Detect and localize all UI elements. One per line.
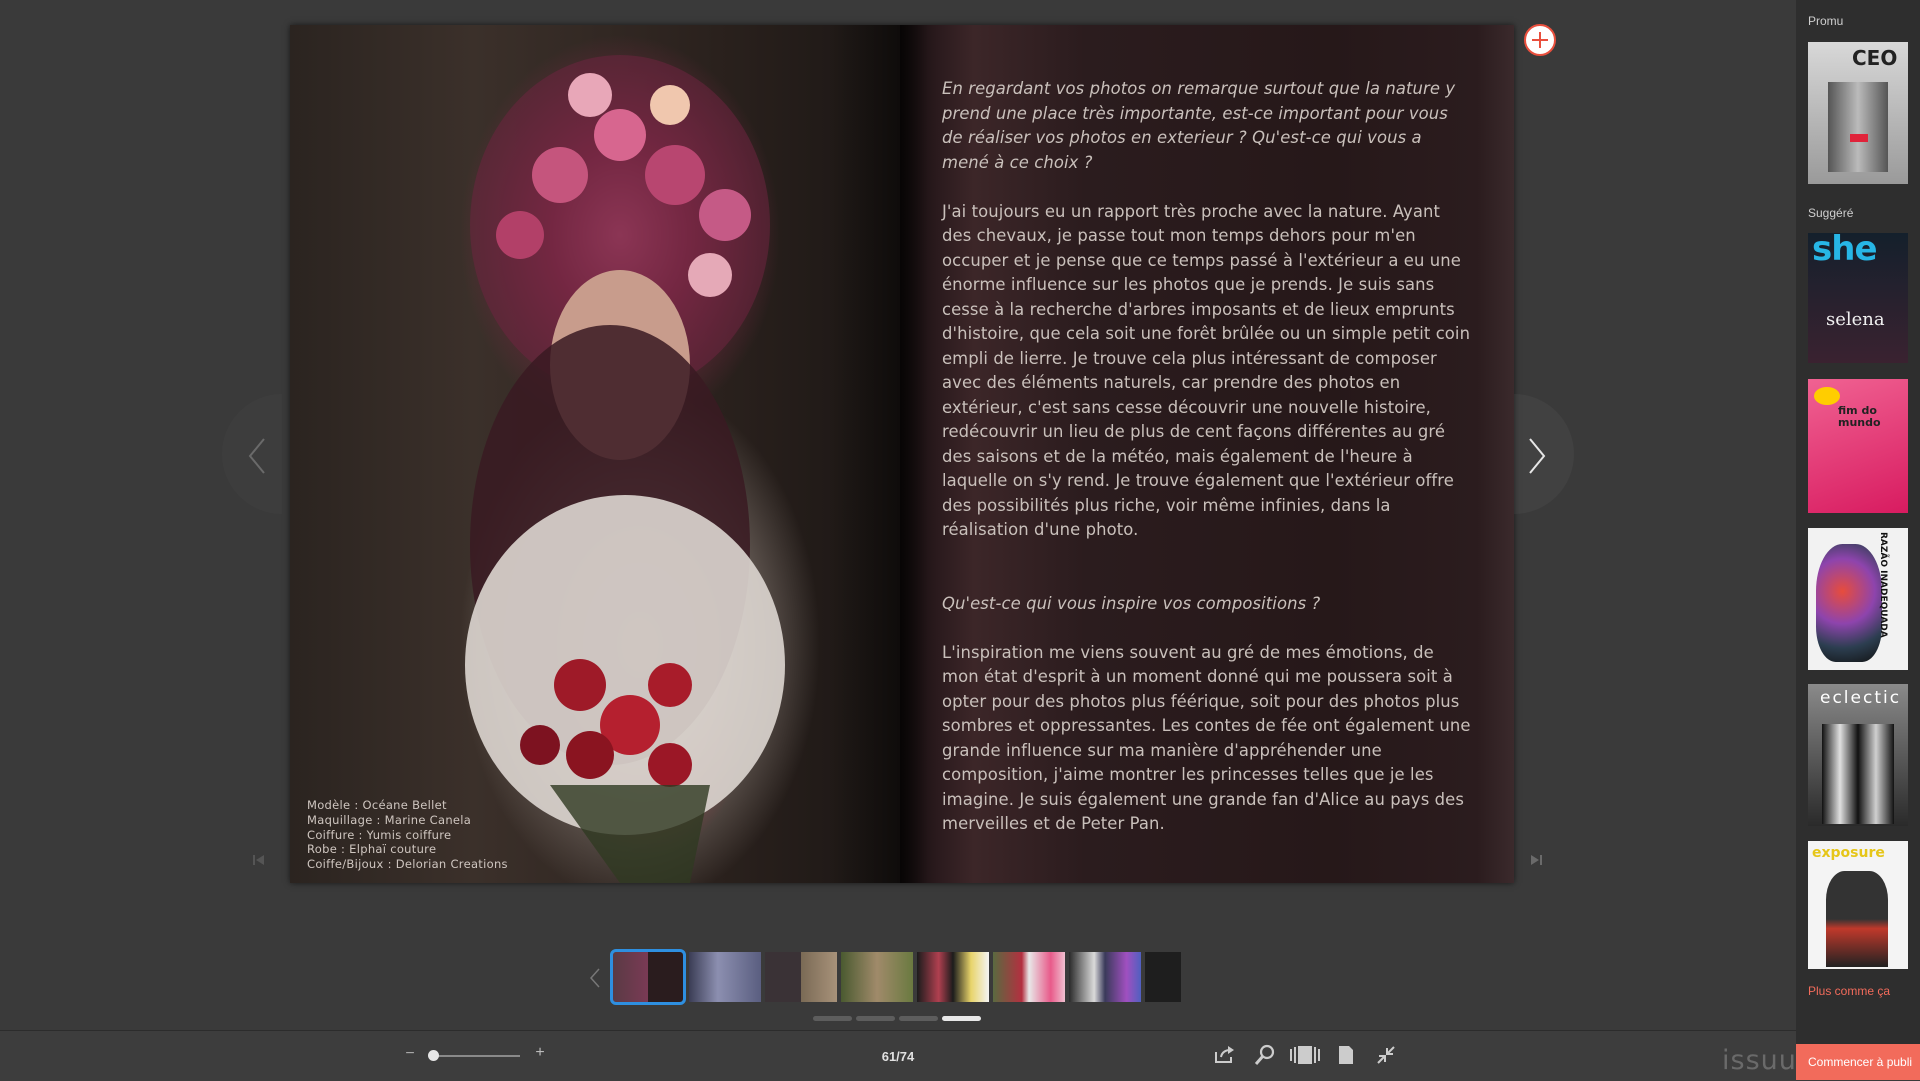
start-publishing-button[interactable]: Commencer à publi bbox=[1796, 1044, 1920, 1080]
credit-dress: Robe : Elphaï couture bbox=[307, 842, 437, 857]
zoom-out-button[interactable]: − bbox=[402, 1045, 418, 1063]
previous-page-button[interactable] bbox=[222, 394, 282, 514]
more-like-this-link[interactable]: Plus comme ça bbox=[1808, 984, 1890, 998]
cover-suggested-eclectic[interactable]: eclectic bbox=[1808, 684, 1908, 826]
thumbnail-spread-61[interactable] bbox=[610, 949, 686, 1005]
cover-title: eclectic bbox=[1820, 688, 1902, 708]
cover-image bbox=[1828, 82, 1888, 172]
cover-promoted-ceo[interactable]: CEO bbox=[1808, 42, 1908, 184]
suggested-label: Suggéré bbox=[1808, 206, 1854, 220]
thumbnail-spread[interactable] bbox=[841, 952, 913, 1002]
cover-image bbox=[1822, 724, 1894, 824]
search-icon bbox=[1254, 1044, 1275, 1065]
share-button[interactable] bbox=[1213, 1044, 1235, 1066]
single-page-icon bbox=[1339, 1046, 1353, 1064]
magazine-spread: Modèle : Océane Bellet Maquillage : Mari… bbox=[290, 25, 1514, 883]
thumbnail-spread[interactable] bbox=[993, 952, 1065, 1002]
interview-article: En regardant vos photos on remarque surt… bbox=[942, 77, 1472, 861]
credit-headpiece: Coiffe/Bijoux : Delorian Creations bbox=[307, 857, 508, 872]
cover-image bbox=[1816, 544, 1882, 662]
thumbnail-spread[interactable] bbox=[917, 952, 989, 1002]
credit-makeup: Maquillage : Marine Canela bbox=[307, 812, 472, 827]
spread-view-icon bbox=[1290, 1046, 1320, 1064]
right-page-text: En regardant vos photos on remarque surt… bbox=[900, 25, 1514, 883]
cover-title: RAZÃO INADEQUADA bbox=[1878, 532, 1888, 638]
share-icon bbox=[1215, 1046, 1234, 1063]
indicator-dot[interactable] bbox=[899, 1016, 938, 1021]
portrait-photo bbox=[465, 55, 785, 883]
thumbnail-back-cover[interactable] bbox=[1145, 952, 1181, 1002]
zoom-in-button[interactable]: + bbox=[532, 1044, 548, 1062]
single-page-button[interactable] bbox=[1335, 1044, 1357, 1066]
last-page-button[interactable] bbox=[1529, 853, 1543, 867]
exit-fullscreen-icon bbox=[1377, 1046, 1395, 1064]
cover-logo bbox=[1814, 387, 1840, 405]
page-fold-shadow bbox=[900, 25, 928, 883]
reader-viewport: Modèle : Océane Bellet Maquillage : Mari… bbox=[0, 0, 1796, 1030]
cover-title: she bbox=[1812, 233, 1878, 269]
zoom-slider[interactable] bbox=[430, 1055, 520, 1057]
indicator-dot[interactable] bbox=[856, 1016, 895, 1021]
skip-to-start-icon bbox=[253, 855, 264, 865]
cover-image bbox=[1826, 871, 1888, 967]
thumbnail-spread[interactable] bbox=[1069, 952, 1141, 1002]
cover-title: CEO bbox=[1852, 46, 1898, 70]
answer-2: L'inspiration me viens souvent au gré de… bbox=[942, 642, 1471, 834]
next-page-button[interactable] bbox=[1514, 394, 1574, 514]
plus-icon bbox=[1532, 32, 1548, 48]
chevron-left-icon bbox=[589, 968, 600, 988]
question-1: En regardant vos photos on remarque surt… bbox=[942, 79, 1456, 172]
cover-suggested-exposure[interactable]: exposure bbox=[1808, 841, 1908, 969]
question-2: Qu'est-ce qui vous inspire vos compositi… bbox=[942, 593, 1321, 613]
cover-suggested-razao[interactable]: RAZÃO INADEQUADA bbox=[1808, 528, 1908, 670]
chevron-right-icon bbox=[1529, 438, 1546, 474]
answer-1: J'ai toujours eu un rapport très proche … bbox=[942, 201, 1471, 540]
cover-subtitle: selena bbox=[1826, 309, 1885, 330]
cover-title: exposure bbox=[1812, 845, 1885, 861]
spine-shadow bbox=[830, 25, 900, 883]
issuu-logo[interactable]: issuu bbox=[1722, 1045, 1797, 1076]
page-counter: 61/74 bbox=[881, 1049, 915, 1064]
first-page-button[interactable] bbox=[252, 853, 266, 867]
add-to-stack-button[interactable] bbox=[1524, 24, 1556, 56]
search-button[interactable] bbox=[1254, 1044, 1276, 1066]
cover-suggested-she[interactable]: she selena bbox=[1808, 233, 1908, 363]
indicator-dot-active[interactable] bbox=[942, 1016, 981, 1021]
thumbnail-spread[interactable] bbox=[689, 952, 761, 1002]
spread-view-button[interactable] bbox=[1289, 1044, 1321, 1066]
credit-hair: Coiffure : Yumis coiffure bbox=[307, 827, 452, 842]
recommendations-sidebar: Promu CEO Suggéré she selena fim do mund… bbox=[1796, 0, 1920, 1080]
exit-fullscreen-button[interactable] bbox=[1375, 1044, 1397, 1066]
thumbnail-spread[interactable] bbox=[765, 952, 837, 1002]
cover-badge bbox=[1850, 134, 1868, 142]
photo-credits: Modèle : Océane Bellet Maquillage : Mari… bbox=[307, 798, 508, 872]
cover-suggested-fim-do-mundo[interactable]: fim do mundo bbox=[1808, 379, 1908, 513]
left-page-photo: Modèle : Océane Bellet Maquillage : Mari… bbox=[290, 25, 900, 883]
cover-title: fim do mundo bbox=[1838, 404, 1881, 429]
chevron-left-icon bbox=[248, 438, 265, 474]
zoom-slider-handle[interactable] bbox=[428, 1050, 439, 1061]
promoted-label: Promu bbox=[1808, 14, 1844, 28]
skip-to-end-icon bbox=[1531, 855, 1542, 865]
credit-model: Modèle : Océane Bellet bbox=[307, 798, 447, 812]
bottom-toolbar: − + 61/74 issuu bbox=[0, 1030, 1796, 1081]
indicator-dot[interactable] bbox=[813, 1016, 852, 1021]
thumbnails-prev-button[interactable] bbox=[589, 968, 604, 988]
